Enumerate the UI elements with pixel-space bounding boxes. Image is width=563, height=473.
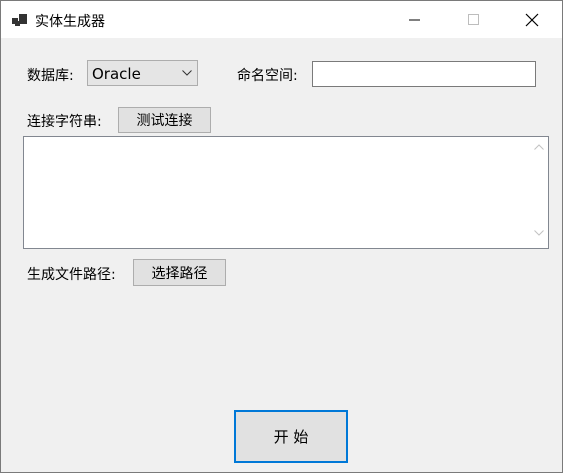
minimize-button[interactable] xyxy=(392,1,438,38)
namespace-label: 命名空间: xyxy=(237,68,298,84)
output-path-label: 生成文件路径: xyxy=(27,267,116,283)
app-window: 实体生成器 数据库: Oracle 命名空间: 连接字符串: 测试连接 生成文件… xyxy=(0,0,563,473)
close-button[interactable] xyxy=(509,1,555,38)
test-connection-button[interactable]: 测试连接 xyxy=(118,107,211,133)
start-button[interactable]: 开 始 xyxy=(234,410,348,463)
app-windows-icon xyxy=(12,14,27,26)
connection-string-label: 连接字符串: xyxy=(27,114,102,130)
minimize-icon xyxy=(409,19,420,20)
database-label: 数据库: xyxy=(27,68,74,84)
title-bar[interactable]: 实体生成器 xyxy=(1,1,562,38)
namespace-input[interactable] xyxy=(312,61,536,87)
database-select[interactable]: Oracle xyxy=(87,60,198,86)
maximize-icon xyxy=(468,13,479,25)
maximize-button[interactable] xyxy=(451,1,497,38)
scroll-down-arrow-icon[interactable] xyxy=(534,230,544,236)
scroll-up-arrow-icon[interactable] xyxy=(534,144,544,150)
database-select-value: Oracle xyxy=(92,65,141,83)
connection-string-textarea[interactable] xyxy=(23,136,549,249)
vertical-scrollbar[interactable] xyxy=(530,137,548,248)
window-title: 实体生成器 xyxy=(35,14,105,30)
select-path-button[interactable]: 选择路径 xyxy=(133,259,226,286)
chevron-down-icon xyxy=(182,70,192,76)
close-icon xyxy=(525,13,539,26)
